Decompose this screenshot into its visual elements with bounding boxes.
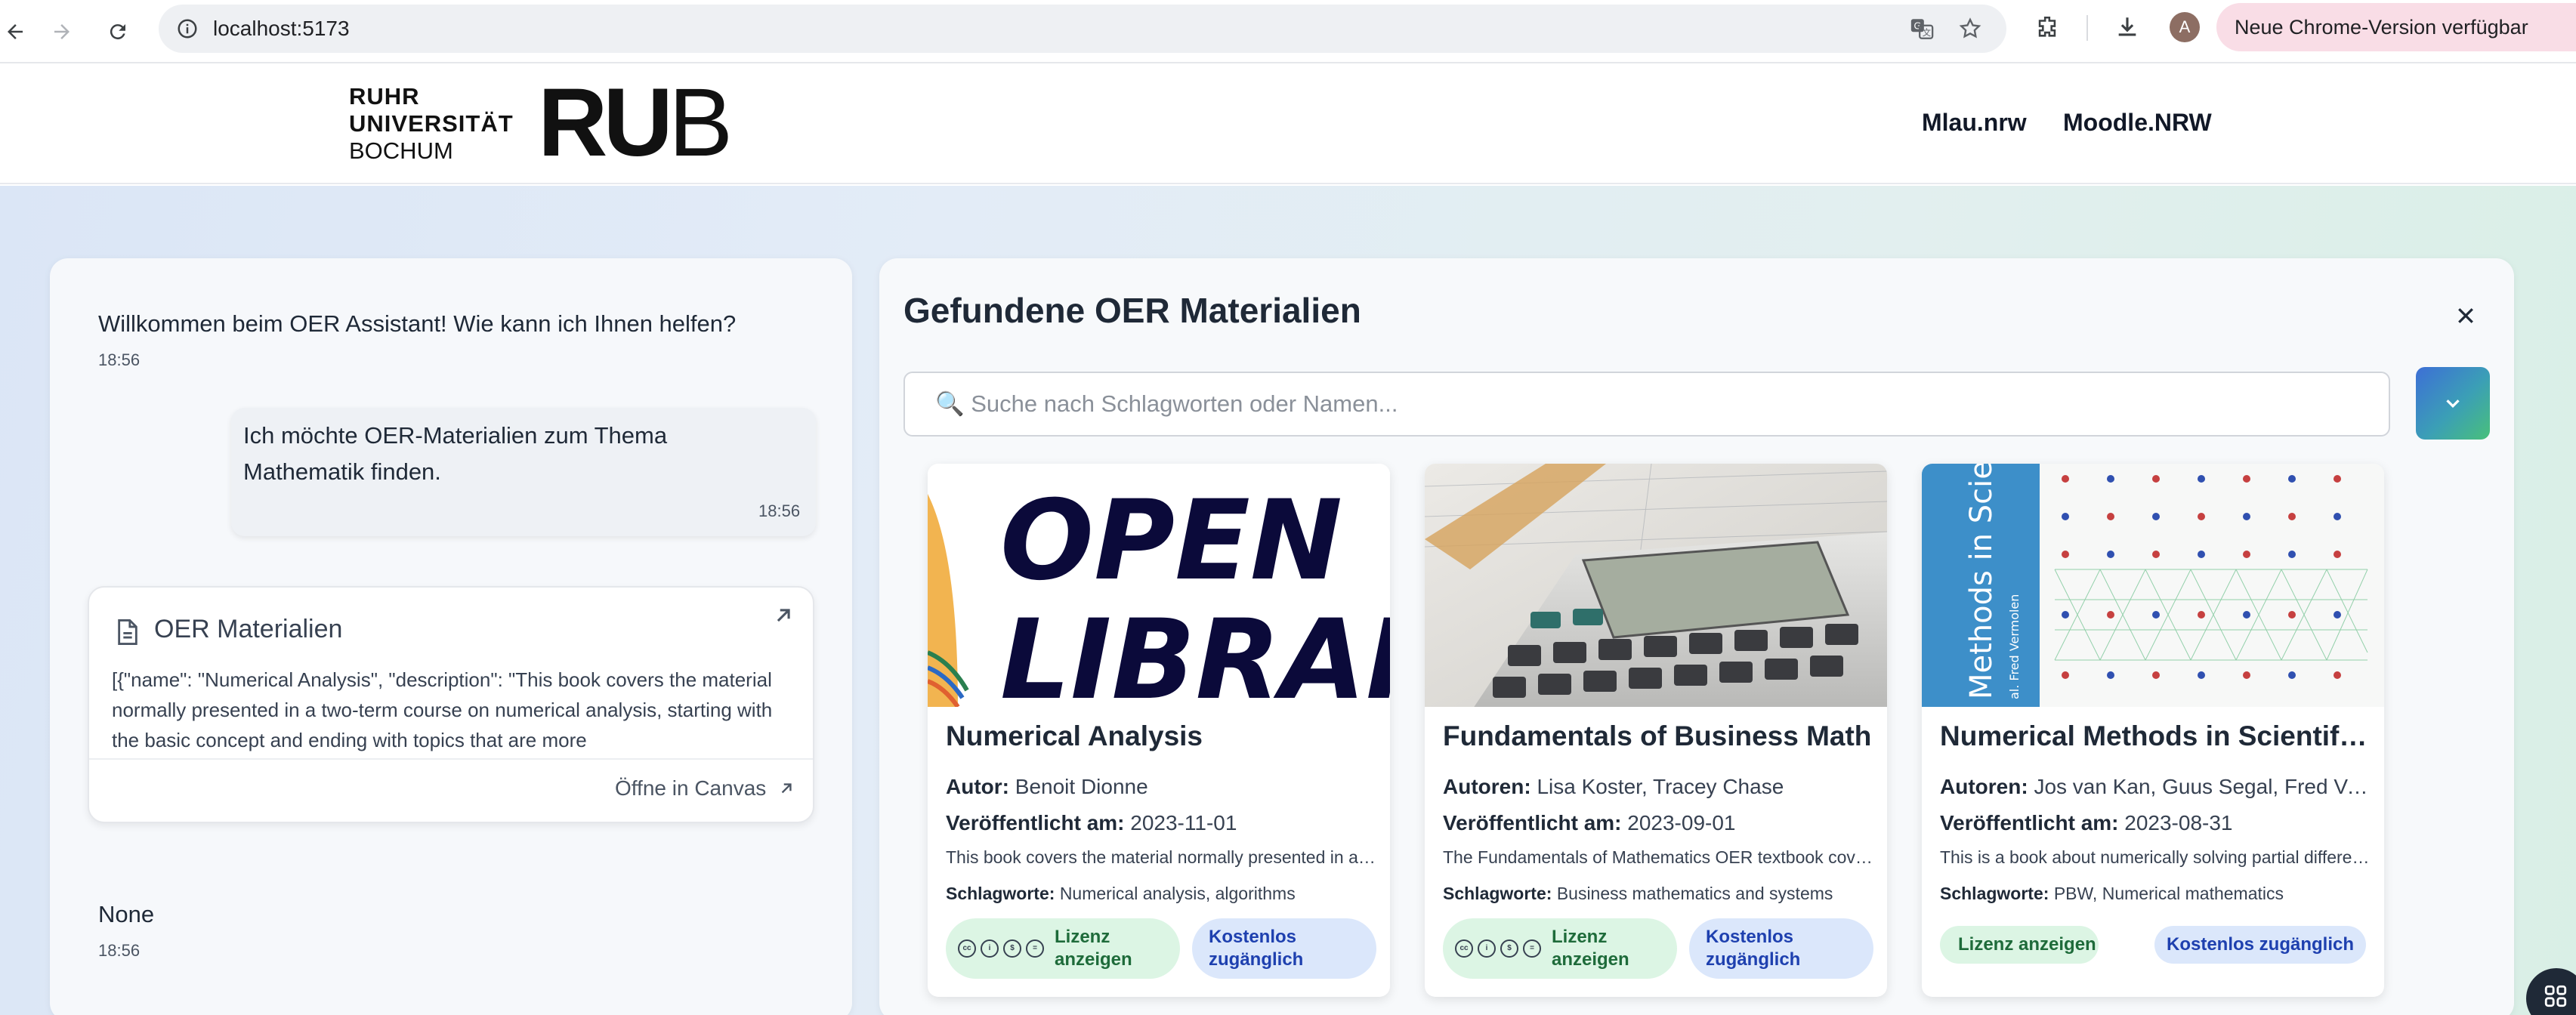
thumb-text-1: OPEN [1000, 477, 1342, 605]
nav-link-moodle[interactable]: Moodle.NRW [2063, 107, 2212, 137]
oer-card-title: OER Materialien [154, 615, 343, 643]
message-time: 18:56 [98, 350, 141, 369]
thumb-text-2: LIBRARY [1000, 596, 1390, 707]
user-message-bubble: Ich möchte OER-Materialien zum Thema Mat… [231, 408, 816, 536]
nav-link-mlau[interactable]: Mlau.nrw [1922, 107, 2027, 137]
toolbar-divider [2086, 15, 2088, 41]
assistant-message: None [98, 901, 155, 927]
free-access-badge: Kostenlos zugänglich [2154, 926, 2366, 964]
license-button[interactable]: Lizenz anzeigen [1940, 926, 2099, 964]
chrome-update-button[interactable]: Neue Chrome-Version verfügbar [2216, 3, 2576, 51]
bookmark-star-icon[interactable] [1957, 15, 1984, 42]
card-description: This book covers the material normally p… [946, 847, 1378, 867]
logo-mark-bold: RU [538, 69, 673, 177]
reload-icon[interactable] [98, 12, 137, 51]
oer-result-card[interactable]: Fundamentals of Business Math Autoren: L… [1425, 464, 1887, 997]
card-authors: Autoren: Jos van Kan, Guus Segal, Fred V… [1940, 775, 2372, 798]
svg-text:文: 文 [1923, 27, 1931, 38]
open-library-thumbnail: OPEN LIBRARY [928, 464, 1390, 707]
oer-result-card[interactable]: Methods in Scientific Co al. Fred Vermol… [1922, 464, 2384, 997]
open-in-canvas-link[interactable]: Öffne in Canvas [615, 776, 796, 801]
university-logo-text[interactable]: RUHR UNIVERSITÄT BOCHUM [349, 83, 514, 165]
extensions-icon[interactable] [2031, 11, 2064, 44]
card-description: This is a book about numerically solving… [1940, 847, 2372, 867]
free-access-badge: Kostenlos zugänglich [1192, 918, 1376, 979]
license-button[interactable]: cc i $ = Lizenz anzeigen [1443, 918, 1677, 979]
card-description: The Fundamentals of Mathematics OER text… [1443, 847, 1875, 867]
assistant-message: Willkommen beim OER Assistant! Wie kann … [98, 310, 737, 337]
logo-line-1: RUHR [349, 83, 420, 110]
open-in-canvas-label: Öffne in Canvas [615, 776, 767, 800]
logo-mark-thin: B [668, 69, 733, 177]
card-published: Veröffentlicht am: 2023-11-01 [946, 811, 1237, 835]
apps-grid-icon [2544, 985, 2567, 1007]
profile-avatar[interactable]: A [2170, 12, 2200, 42]
user-message-line-1: Ich möchte OER-Materialien zum Thema [243, 422, 668, 449]
message-time: 18:56 [98, 941, 141, 960]
logo-line-3: BOCHUM [349, 137, 453, 164]
forward-icon[interactable] [42, 12, 82, 51]
back-icon[interactable] [0, 12, 35, 51]
translate-icon[interactable]: G文 [1908, 15, 1935, 42]
card-divider [89, 758, 813, 760]
card-authors: Autor: Benoit Dionne [946, 775, 1148, 798]
oer-materials-card[interactable]: OER Materialien [{"name": "Numerical Ana… [88, 586, 814, 823]
download-icon[interactable] [2111, 11, 2144, 44]
free-access-badge: Kostenlos zugänglich [1689, 918, 1873, 979]
card-title[interactable]: Fundamentals of Business Math [1443, 720, 1875, 752]
results-panel: Gefundene OER Materialien OPEN LIBRARY N… [879, 258, 2514, 1015]
url-text[interactable]: localhost:5173 [213, 15, 350, 42]
results-title: Gefundene OER Materialien [903, 291, 1361, 330]
chevron-down-icon [2446, 400, 2460, 409]
site-info-icon[interactable] [174, 15, 201, 42]
arrow-up-right-icon [782, 783, 792, 794]
card-tags: Schlagworte: Business mathematics and sy… [1443, 884, 1833, 903]
browser-toolbar: localhost:5173 G文 A Neue Chrome-Version … [0, 0, 2576, 63]
logo-line-2: UNIVERSITÄT [349, 110, 514, 137]
search-input[interactable] [935, 390, 2355, 418]
book-spine-text: Methods in Scientific Co [1964, 464, 1999, 699]
book-spine-subtext: al. Fred Vermolen [2007, 594, 2022, 699]
license-button[interactable]: cc i $ = Lizenz anzeigen [946, 918, 1180, 979]
oer-result-card[interactable]: OPEN LIBRARY Numerical Analysis Autor: B… [928, 464, 1390, 997]
address-bar[interactable]: localhost:5173 G文 [159, 5, 2006, 53]
search-box[interactable] [903, 372, 2390, 437]
creative-commons-icon: cc i $ = [958, 939, 1044, 958]
card-title[interactable]: Numerical Methods in Scientific Computin… [1940, 720, 2372, 752]
card-published: Veröffentlicht am: 2023-09-01 [1443, 811, 1736, 835]
card-tags: Schlagworte: PBW, Numerical mathematics [1940, 884, 2284, 903]
close-icon [2458, 308, 2473, 323]
user-message-line-2: Mathematik finden. [243, 458, 441, 485]
rub-logo-mark[interactable]: RUB [538, 74, 733, 172]
card-title[interactable]: Numerical Analysis [946, 720, 1378, 752]
message-time: 18:56 [758, 501, 801, 520]
close-button[interactable] [2446, 296, 2485, 335]
document-icon [115, 618, 141, 650]
card-authors: Autoren: Lisa Koster, Tracey Chase [1443, 775, 1784, 798]
card-published: Veröffentlicht am: 2023-08-31 [1940, 811, 2233, 835]
calculator-thumbnail [1425, 464, 1887, 707]
oer-card-description: [{"name": "Numerical Analysis", "descrip… [112, 668, 773, 751]
creative-commons-icon: cc i $ = [1455, 939, 1541, 958]
open-external-icon[interactable] [771, 603, 796, 632]
card-tags: Schlagworte: Numerical analysis, algorit… [946, 884, 1296, 903]
book-cover-thumbnail: Methods in Scientific Co al. Fred Vermol… [1922, 464, 2384, 707]
filter-dropdown-button[interactable] [2416, 367, 2490, 440]
